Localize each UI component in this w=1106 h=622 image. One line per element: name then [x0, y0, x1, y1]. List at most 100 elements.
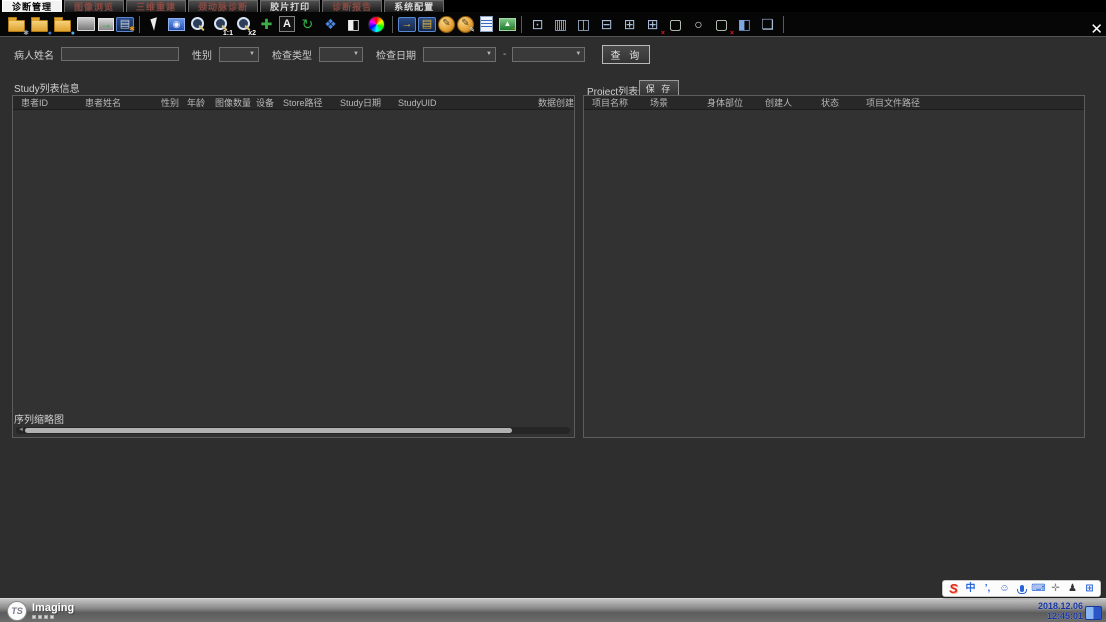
soft-keyboard-icon[interactable]: ⌨ — [1032, 582, 1045, 595]
layout-close-icon[interactable]: ⊞ × — [642, 14, 663, 35]
exam-type-label: 检查类型 — [272, 47, 312, 62]
cascade-windows-icon[interactable]: ❏ — [757, 14, 778, 35]
study-table-body — [13, 110, 574, 420]
toolbar-file-group: ✱ ● ● — [6, 14, 134, 35]
save-button[interactable]: 保 存 — [639, 80, 679, 96]
exam-date-to-select[interactable]: ▼ — [512, 47, 585, 62]
image-library-icon[interactable] — [75, 14, 96, 35]
project-column-header: 项目文件路径 — [866, 96, 956, 109]
thumbnail-strip — [12, 427, 1085, 587]
invert-colors-icon[interactable]: ◧ — [343, 14, 364, 35]
tab-diagnosis-report[interactable]: 诊断报告 — [322, 0, 382, 12]
toolbar-separator — [139, 16, 140, 33]
export-image-icon[interactable]: ▲ → — [499, 18, 516, 31]
pan-tool-icon[interactable]: ✚ — [256, 14, 277, 35]
refresh-icon[interactable]: ↻ — [297, 14, 318, 35]
toolbar-layout-group: ⊡ ▥ ◫ — [527, 14, 778, 35]
query-button[interactable]: 查 询 — [602, 45, 650, 64]
open-patient-folder-icon[interactable]: ● — [52, 14, 73, 35]
toolbar-separator — [783, 16, 784, 33]
thumbnail-section-title: 序列缩略图 — [14, 411, 64, 426]
layout-2-vertical-icon[interactable]: ◫ — [573, 14, 594, 35]
skin-icon[interactable]: ♟ — [1066, 582, 1079, 595]
layout-single-icon[interactable]: ⊡ — [527, 14, 548, 35]
language-bar-icon[interactable] — [1085, 606, 1102, 620]
shape-close-icon[interactable]: ▢ × — [711, 14, 732, 35]
tab-3d-reconstruction[interactable]: 三维重建 — [126, 0, 186, 12]
import-series-icon[interactable]: → — [398, 17, 416, 32]
display-image-icon[interactable]: ◉ — [168, 18, 185, 31]
zoom-2x-icon[interactable]: x2 — [233, 14, 254, 35]
logo-subtext — [32, 615, 74, 619]
exam-type-select[interactable]: ▼ — [319, 47, 363, 62]
toolbar-edit-group: → ▤ ✎ — [398, 14, 516, 35]
split-view-icon[interactable]: ◧ — [734, 14, 755, 35]
tab-image-browse[interactable]: 图像浏览 — [64, 0, 124, 12]
study-column-header: 年龄 — [187, 96, 215, 109]
chevron-down-icon: ▼ — [486, 51, 492, 57]
study-table-header: 患者ID患者姓名性别年龄图像数量设备Store路径Study日期StudyUID… — [13, 96, 574, 110]
patient-name-input[interactable] — [61, 47, 179, 61]
exam-date-from-select[interactable]: ▼ — [423, 47, 496, 62]
tab-carotid-diagnosis[interactable]: 颈动脉诊断 — [188, 0, 258, 12]
layout-2x2-icon[interactable]: ⊞ — [619, 14, 640, 35]
search-form: 病人姓名 性别 ▼ 检查类型 ▼ 检查日期 ▼ - ▼ 查 询 — [14, 46, 650, 62]
open-study-folder-icon[interactable]: ✱ — [6, 14, 27, 35]
more-functions-icon[interactable]: ⊞ — [1083, 582, 1096, 595]
tab-diagnosis-management[interactable]: 诊断管理 — [2, 0, 62, 12]
punctuation-icon[interactable]: ’, — [981, 582, 994, 595]
pointer-tool-icon[interactable] — [145, 14, 166, 35]
archive-settings-icon[interactable]: ▤ ✱ — [116, 17, 134, 32]
chevron-down-icon: ▼ — [353, 51, 359, 57]
module-tabbar: 诊断管理图像浏览三维重建颈动脉诊断胶片打印诊断报告系统配置 — [0, 0, 1106, 12]
project-column-header: 项目名称 — [592, 96, 650, 109]
layout-2-horizontal-icon[interactable]: ⊟ — [596, 14, 617, 35]
chevron-down-icon: ▼ — [249, 51, 255, 57]
study-column-header: 性别 — [161, 96, 187, 109]
voice-input-icon[interactable] — [1015, 582, 1028, 595]
toolbar-separator — [521, 16, 522, 33]
shape-rectangle-icon[interactable]: ▢ — [665, 14, 686, 35]
gender-select[interactable]: ▼ — [219, 47, 259, 62]
project-table-header: 项目名称场景身体部位创建人状态项目文件路径 — [584, 96, 1084, 110]
text-annotation-icon[interactable]: A — [279, 16, 295, 32]
tab-film-print[interactable]: 胶片打印 — [260, 0, 320, 12]
zoom-1-1-icon[interactable]: 1:1 — [210, 14, 231, 35]
study-column-header: 设备 — [256, 96, 283, 109]
import-images-icon[interactable]: → — [98, 18, 114, 31]
fit-to-window-icon[interactable]: ❖ — [320, 14, 341, 35]
project-list-panel: 项目名称场景身体部位创建人状态项目文件路径 — [583, 95, 1085, 438]
taskbar-clock: 2018.12.06 12:45:01 — [1038, 601, 1083, 621]
taskbar: TS Imaging 2018.12.06 12:45:01 — [0, 598, 1106, 622]
edit-series-icon[interactable]: ▤ — [418, 17, 436, 32]
study-column-header: Store路径 — [283, 96, 340, 109]
toolbox-icon[interactable]: ✛ — [1049, 582, 1062, 595]
study-column-header: Study日期 — [340, 96, 398, 109]
zoom-tool-icon[interactable] — [187, 14, 208, 35]
project-column-header: 身体部位 — [707, 96, 765, 109]
measure-tool-icon[interactable]: ✎ — [438, 16, 455, 33]
ime-toolbar: S 中 ’, ☺ ⌨ ✛ ♟ — [942, 580, 1101, 597]
tab-system-config[interactable]: 系统配置 — [384, 0, 444, 12]
chinese-mode-icon[interactable]: 中 — [964, 582, 977, 595]
app-logo: TS Imaging — [7, 601, 74, 621]
study-list-panel: 患者ID患者姓名性别年龄图像数量设备Store路径Study日期StudyUID… — [12, 95, 575, 438]
chevron-down-icon: ▼ — [575, 51, 581, 57]
taskbar-time: 12:45:01 — [1038, 611, 1083, 621]
shape-ellipse-icon[interactable]: ○ — [688, 14, 709, 35]
study-column-header: 图像数量 — [215, 96, 256, 109]
open-network-folder-icon[interactable]: ● — [29, 14, 50, 35]
toolbar-view-group: ◉ — [145, 14, 387, 35]
report-document-icon[interactable] — [476, 14, 497, 35]
annotate-tool-icon[interactable]: ✎ ✎ — [457, 16, 474, 33]
layout-report-icon[interactable]: ▥ — [550, 14, 571, 35]
close-icon[interactable]: ✕ — [1090, 22, 1103, 37]
study-column-header: 数据创建 — [518, 96, 574, 109]
study-panel-title: Study列表信息 — [14, 80, 80, 95]
project-column-header: 场景 — [650, 96, 707, 109]
app-name: Imaging — [32, 603, 74, 614]
sogou-logo-icon[interactable]: S — [947, 582, 960, 595]
emoji-picker-icon[interactable]: ☺ — [998, 582, 1011, 595]
color-palette-icon[interactable] — [366, 14, 387, 35]
main-toolbar: ✱ ● ● — [0, 12, 1106, 36]
